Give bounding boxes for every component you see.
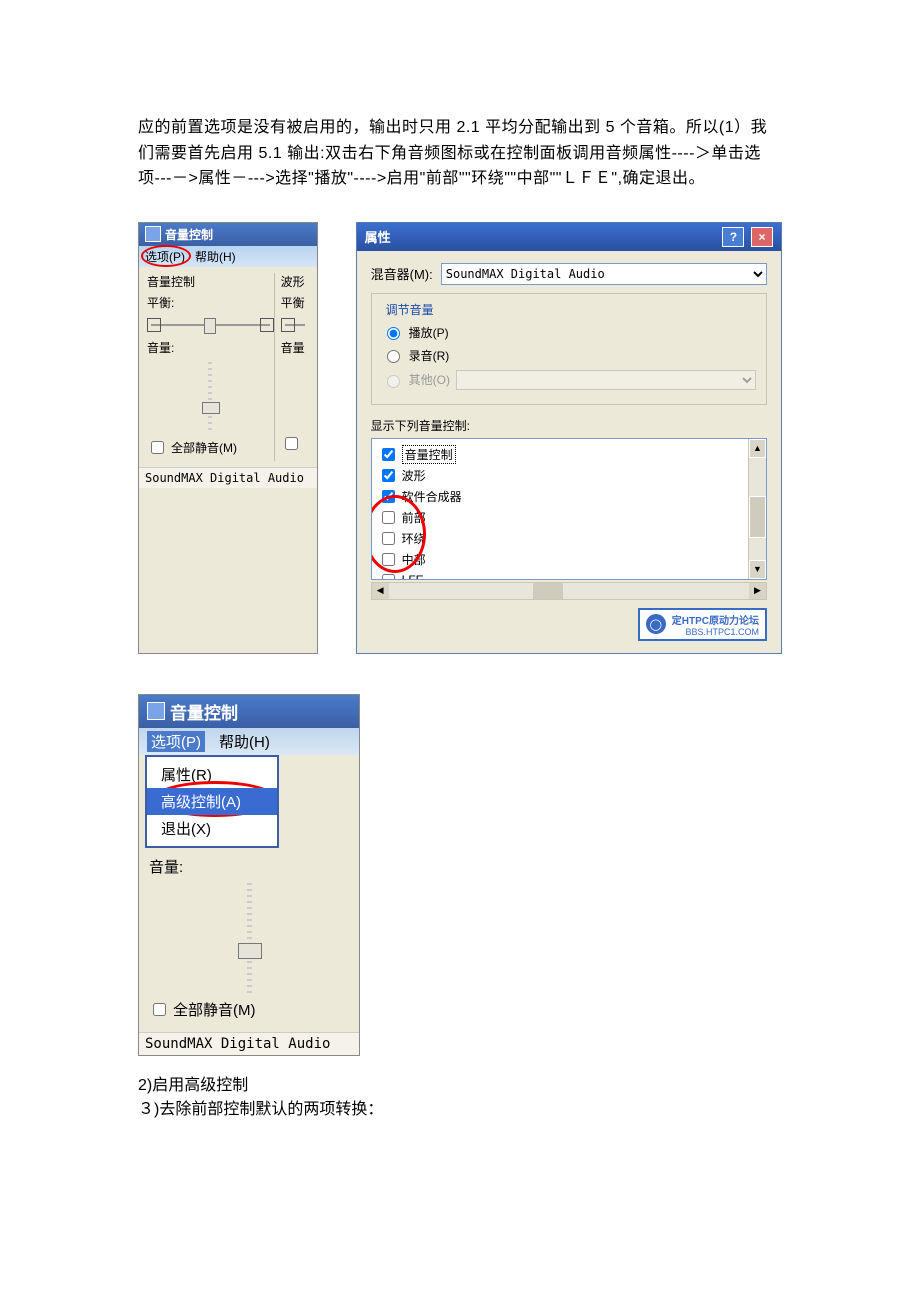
- other-select: [456, 370, 756, 390]
- channel-title: 音量控制: [147, 273, 274, 290]
- balance-slider[interactable]: [147, 315, 274, 335]
- menu-item-exit[interactable]: 退出(X): [147, 815, 277, 842]
- scroll-up-icon[interactable]: ▲: [749, 439, 766, 458]
- properties-dialog: 属性 ? × 混音器(M): SoundMAX Digital Audio 调节…: [356, 222, 782, 654]
- slider-knob[interactable]: [204, 318, 216, 334]
- list-item[interactable]: 前部: [378, 508, 742, 527]
- window-title: 音量控制: [170, 699, 238, 724]
- scroll-down-icon[interactable]: ▼: [749, 560, 766, 579]
- slider-knob[interactable]: [202, 402, 220, 414]
- mixer-select[interactable]: SoundMAX Digital Audio: [441, 263, 767, 285]
- group-title: 调节音量: [382, 301, 438, 318]
- status-device: SoundMAX Digital Audio: [139, 1032, 359, 1055]
- menubar: 选项(P) 帮助(H): [139, 246, 317, 267]
- titlebar: 属性 ? ×: [357, 223, 781, 251]
- watermark-logo-icon: ◯: [646, 614, 666, 634]
- scroll-thumb[interactable]: [749, 496, 766, 538]
- checkbox[interactable]: [151, 441, 164, 454]
- volume-label-2: 音量: [281, 339, 309, 356]
- list-caption: 显示下列音量控制:: [371, 417, 767, 434]
- volume-control-window-2: 音量控制 选项(P) 帮助(H) 属性(R) 高级控制(A) 退出(X) 音量:…: [138, 694, 360, 1056]
- titlebar: 音量控制: [139, 695, 359, 728]
- adjust-volume-group: 调节音量 播放(P) 录音(R) 其他(O): [371, 293, 767, 405]
- volume-label: 音量:: [149, 856, 349, 877]
- scroll-right-icon[interactable]: ▶: [749, 583, 766, 599]
- checkbox[interactable]: [153, 1003, 166, 1016]
- menu-help[interactable]: 帮助(H): [219, 731, 270, 752]
- menu-options[interactable]: 选项(P): [145, 248, 185, 265]
- balance-label: 平衡:: [147, 294, 274, 311]
- mute-label: 全部静音(M): [171, 439, 237, 456]
- mute-all-checkbox[interactable]: 全部静音(M): [149, 999, 349, 1020]
- list-item[interactable]: 波形: [378, 466, 742, 485]
- list-item[interactable]: 环绕: [378, 529, 742, 548]
- horizontal-scrollbar[interactable]: ◀ ▶: [371, 582, 767, 600]
- speaker-right-icon: [260, 318, 274, 332]
- checkbox[interactable]: [285, 437, 298, 450]
- radio[interactable]: [387, 327, 400, 340]
- radio-playback[interactable]: 播放(P): [382, 324, 756, 341]
- status-device: SoundMAX Digital Audio: [139, 467, 317, 488]
- radio[interactable]: [387, 350, 400, 363]
- window-title: 音量控制: [165, 226, 213, 243]
- slider-knob[interactable]: [238, 943, 262, 959]
- close-button[interactable]: ×: [751, 227, 773, 247]
- volume-label: 音量:: [147, 339, 274, 356]
- mute-label: 全部静音(M): [173, 999, 256, 1020]
- step-2-text: 2)启用高级控制: [138, 1074, 782, 1098]
- menu-options[interactable]: 选项(P): [147, 731, 205, 752]
- titlebar: 音量控制: [139, 223, 317, 246]
- help-button[interactable]: ?: [722, 227, 744, 247]
- vertical-scrollbar[interactable]: ▲ ▼: [748, 439, 766, 579]
- volume-control-window: 音量控制 选项(P) 帮助(H) 音量控制 平衡: 音量:: [138, 222, 318, 654]
- options-dropdown: 属性(R) 高级控制(A) 退出(X): [145, 755, 279, 848]
- radio: [387, 375, 400, 388]
- list-item[interactable]: LFE: [378, 571, 742, 580]
- menubar: 选项(P) 帮助(H): [139, 728, 359, 755]
- volume-slider[interactable]: [149, 883, 349, 993]
- radio-other: 其他(O): [382, 370, 756, 390]
- list-item[interactable]: 软件合成器: [378, 487, 742, 506]
- speaker-left-icon: [147, 318, 161, 332]
- channel-title-2: 波形: [281, 273, 309, 290]
- scroll-left-icon[interactable]: ◀: [372, 583, 389, 599]
- menu-item-properties[interactable]: 属性(R): [147, 761, 277, 788]
- list-item[interactable]: 中部: [378, 550, 742, 569]
- volume-slider[interactable]: [147, 362, 274, 432]
- dialog-title: 属性: [365, 227, 391, 246]
- app-icon: [147, 702, 165, 720]
- radio-recording[interactable]: 录音(R): [382, 347, 756, 364]
- paragraph: 应的前置选项是没有被启用的，输出时只用 2.1 平均分配输出到 5 个音箱。所以…: [138, 115, 782, 192]
- balance-label-2: 平衡: [281, 294, 309, 311]
- list-item[interactable]: 音量控制: [378, 445, 742, 464]
- app-icon: [145, 226, 161, 242]
- mixer-label: 混音器(M):: [371, 264, 433, 283]
- menu-item-advanced[interactable]: 高级控制(A): [147, 788, 277, 815]
- mute-all-checkbox[interactable]: 全部静音(M): [147, 438, 274, 457]
- balance-slider-2[interactable]: [281, 315, 309, 335]
- volume-controls-list: 音量控制 波形 软件合成器 前部 环绕 中部 LFE ▲ ▼: [371, 438, 767, 580]
- speaker-left-icon: [281, 318, 295, 332]
- menu-help[interactable]: 帮助(H): [195, 248, 236, 265]
- watermark: ◯ 定HTPC原动力论坛 BBS.HTPC1.COM: [371, 608, 767, 641]
- scroll-thumb[interactable]: [533, 583, 563, 599]
- step-3-text: ３)去除前部控制默认的两项转换：: [138, 1098, 782, 1122]
